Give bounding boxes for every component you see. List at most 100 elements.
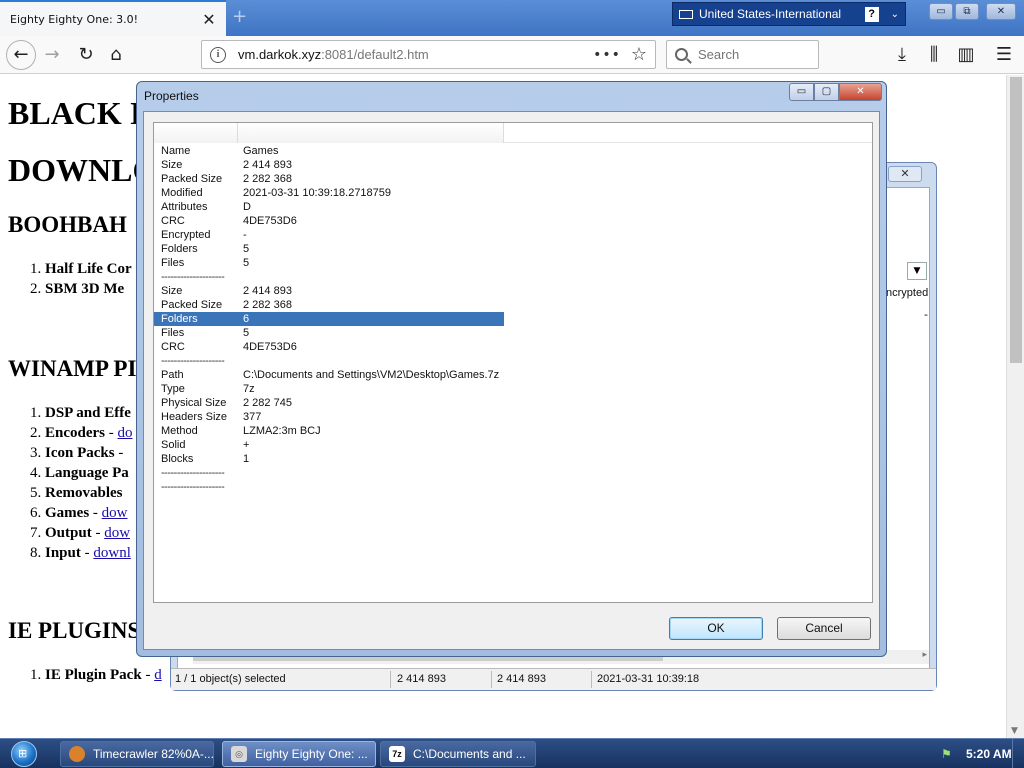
- property-row[interactable]: Physical Size 2 282 745: [154, 396, 504, 410]
- property-name: Physical Size: [161, 397, 227, 409]
- site-info-icon[interactable]: i: [210, 46, 226, 63]
- action-center-flag-icon[interactable]: ⚑: [941, 747, 952, 761]
- library-icon[interactable]: ⫼: [922, 44, 946, 66]
- scroll-down-icon[interactable]: ▼: [1011, 726, 1018, 736]
- separator-row[interactable]: --------------------: [154, 354, 504, 368]
- property-row[interactable]: Packed Size 2 282 368: [154, 298, 504, 312]
- column-header-encrypted[interactable]: ncrypted: [886, 287, 928, 299]
- property-name: --------------------: [161, 467, 225, 479]
- status-bar: 1 / 1 object(s) selected 2 414 893 2 414…: [171, 668, 936, 690]
- search-input[interactable]: [698, 47, 808, 62]
- property-value: LZMA2:3m BCJ: [243, 425, 321, 437]
- tab-close-icon[interactable]: ✕: [202, 10, 216, 29]
- property-name: Size: [161, 159, 183, 171]
- property-row[interactable]: Headers Size 377: [154, 410, 504, 424]
- taskbar-item-label: Timecrawler 82%0A-...: [93, 747, 214, 761]
- property-row[interactable]: Size 2 414 893: [154, 158, 504, 172]
- property-row[interactable]: Blocks 1: [154, 452, 504, 466]
- section-title-boohbah: BOOHBAH: [8, 212, 127, 237]
- close-window-button[interactable]: ✕: [986, 3, 1016, 20]
- url-host: vm.darkok.xyz: [238, 47, 322, 62]
- property-row[interactable]: Files 5: [154, 326, 504, 340]
- language-bar[interactable]: United States-International ? ⌄: [672, 2, 906, 26]
- separator-row[interactable]: --------------------: [154, 480, 504, 494]
- scroll-right-icon[interactable]: ▸: [922, 650, 927, 660]
- separator-row[interactable]: --------------------: [154, 270, 504, 284]
- minimize-button[interactable]: ▭: [929, 3, 953, 20]
- taskbar: ⊞ Timecrawler 82%0A-... ◎ Eighty Eighty …: [0, 738, 1024, 768]
- property-row[interactable]: Size 2 414 893: [154, 284, 504, 298]
- download-link[interactable]: downl: [93, 545, 131, 561]
- back-icon[interactable]: ←: [6, 40, 36, 70]
- column-header-name[interactable]: [154, 123, 238, 143]
- bookmark-star-icon[interactable]: ☆: [631, 44, 647, 65]
- property-row[interactable]: Path C:\Documents and Settings\VM2\Deskto…: [154, 368, 504, 382]
- property-row[interactable]: Solid +: [154, 438, 504, 452]
- list-item: 1. DSP and Effe: [30, 405, 131, 421]
- cancel-button[interactable]: Cancel: [777, 617, 871, 640]
- property-row[interactable]: CRC 4DE753D6: [154, 214, 504, 228]
- property-row[interactable]: Type 7z: [154, 382, 504, 396]
- close-icon[interactable]: ✕: [839, 83, 882, 101]
- url-text[interactable]: vm.darkok.xyz:8081/default2.htm: [238, 47, 593, 62]
- ok-button[interactable]: OK: [669, 617, 763, 640]
- property-row[interactable]: Files 5: [154, 256, 504, 270]
- status-modified: 2021-03-31 10:39:18: [597, 673, 700, 685]
- list-item: 2. Encoders - do: [30, 425, 133, 441]
- property-row[interactable]: Encrypted -: [154, 228, 504, 242]
- taskbar-item-7zip[interactable]: 7z C:\Documents and ...: [380, 741, 536, 767]
- property-value: 1: [243, 453, 250, 465]
- boohbah-list: 1. Half Life Cor 2. SBM 3D Me: [30, 259, 132, 299]
- page-scrollbar[interactable]: ▼: [1006, 75, 1024, 738]
- sidebar-icon[interactable]: ▥: [954, 44, 978, 66]
- taskbar-item-timecrawler[interactable]: Timecrawler 82%0A-...: [60, 741, 214, 767]
- taskbar-item-browser[interactable]: ◎ Eighty Eighty One: ...: [222, 741, 376, 767]
- properties-list[interactable]: Name Games Size 2 414 893 Packed Size 2 282 3…: [153, 122, 873, 603]
- restore-button[interactable]: ⧉: [955, 3, 979, 20]
- list-item: 2. SBM 3D Me: [30, 281, 125, 297]
- property-row[interactable]: CRC 4DE753D6: [154, 340, 504, 354]
- property-row[interactable]: Method LZMA2:3m BCJ: [154, 424, 504, 438]
- column-header-value[interactable]: [238, 123, 504, 143]
- home-icon[interactable]: ⌂: [104, 44, 128, 66]
- help-icon[interactable]: ?: [864, 6, 879, 22]
- start-button[interactable]: ⊞: [4, 739, 44, 768]
- show-desktop-button[interactable]: [1012, 739, 1024, 768]
- maximize-icon[interactable]: ▢: [814, 83, 839, 101]
- download-link[interactable]: dow: [102, 505, 128, 521]
- status-packed-size: 2 414 893: [497, 673, 546, 685]
- chevron-down-icon[interactable]: ▼: [907, 262, 927, 280]
- property-row[interactable]: Packed Size 2 282 368: [154, 172, 504, 186]
- search-bar[interactable]: [666, 40, 819, 69]
- download-icon[interactable]: ⤓: [890, 44, 914, 66]
- reload-icon[interactable]: ↻: [74, 44, 98, 66]
- file-manager-close-icon[interactable]: ✕: [888, 166, 922, 182]
- keyboard-icon: [679, 9, 693, 19]
- url-bar[interactable]: i vm.darkok.xyz:8081/default2.htm ••• ☆: [201, 40, 656, 69]
- property-row[interactable]: Modified 2021-03-31 10:39:18.2718759: [154, 186, 504, 200]
- property-value: 4DE753D6: [243, 215, 297, 227]
- minimize-icon[interactable]: ▭: [789, 83, 814, 101]
- property-row[interactable]: Folders 5: [154, 242, 504, 256]
- property-row[interactable]: Name Games: [154, 144, 504, 158]
- language-options-icon[interactable]: ⌄: [891, 9, 899, 20]
- download-link[interactable]: d: [154, 667, 162, 683]
- property-value: 6: [243, 313, 250, 325]
- browser-tab[interactable]: Eighty Eighty One: 3.0! ✕: [0, 0, 226, 36]
- forward-icon[interactable]: →: [40, 44, 64, 66]
- page-actions-icon[interactable]: •••: [593, 47, 621, 63]
- new-tab-icon[interactable]: +: [232, 6, 247, 27]
- ie-plugins-list: 1. IE Plugin Pack - d: [30, 665, 162, 685]
- scrollbar-thumb[interactable]: [1010, 77, 1022, 363]
- property-row[interactable]: Attributes D: [154, 200, 504, 214]
- separator-row[interactable]: --------------------: [154, 466, 504, 480]
- property-row[interactable]: Folders 6: [154, 312, 504, 326]
- property-name: Size: [161, 285, 183, 297]
- property-value: 2021-03-31 10:39:18.2718759: [243, 187, 392, 199]
- download-link[interactable]: do: [118, 425, 133, 441]
- download-link[interactable]: dow: [104, 525, 130, 541]
- clock[interactable]: 5:20 AM: [966, 747, 1012, 761]
- property-value: D: [243, 201, 251, 213]
- property-name: Modified: [161, 187, 203, 199]
- menu-icon[interactable]: ☰: [992, 44, 1016, 66]
